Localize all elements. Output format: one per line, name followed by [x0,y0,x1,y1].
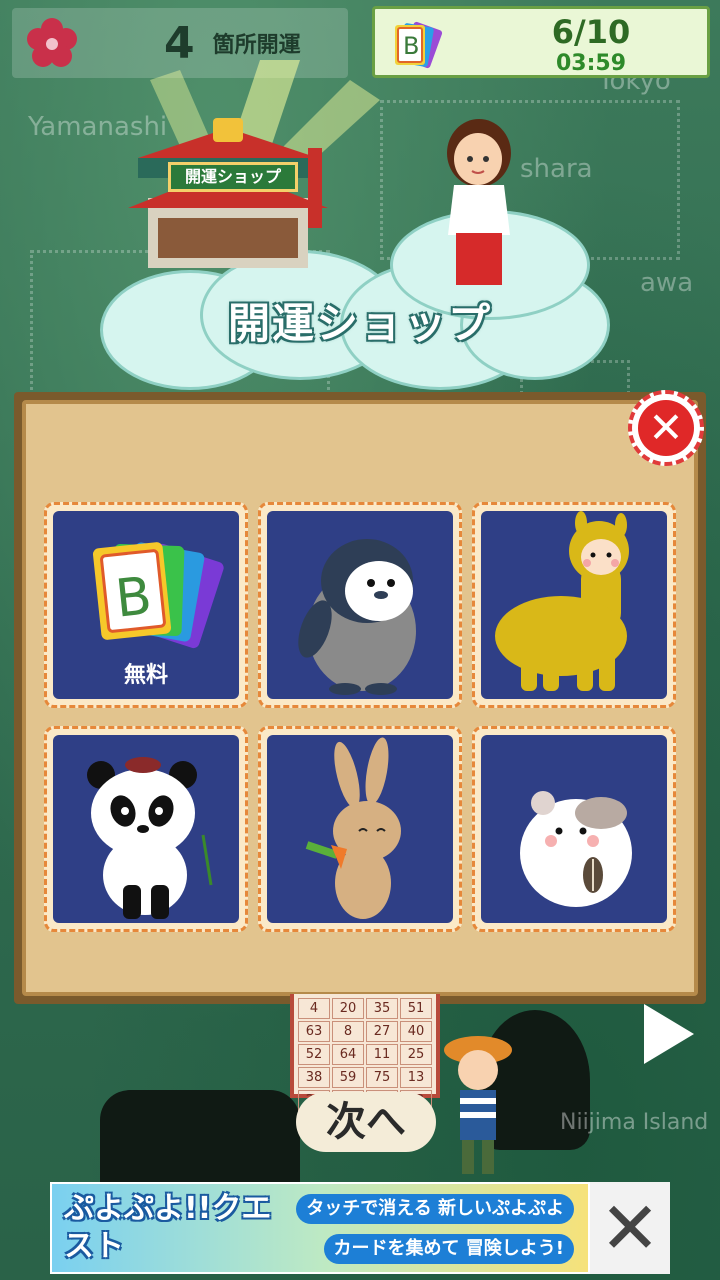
bingo-number: 27 [366,1021,398,1042]
shop-item-rabbit[interactable] [258,726,462,932]
ad-text-line-1: タッチで消える 新しいぷよぷよ [296,1194,574,1224]
shop-banner: 開運ショップ 開運ショップ [90,60,630,390]
bingo-number: 13 [400,1067,432,1088]
bingo-number: 35 [366,998,398,1019]
traveler-character-icon [438,1024,518,1180]
shop-building-icon: 開運ショップ [118,118,338,278]
bingo-number: 38 [298,1067,330,1088]
bingo-number: 64 [332,1044,364,1065]
banner-title: 開運ショップ [227,299,492,348]
item-face [267,511,453,699]
alpaca-icon [495,511,629,691]
svg-text:B: B [403,32,419,60]
item-face [481,735,667,923]
close-icon: ✕ [638,400,694,456]
shrine-maiden-icon [434,115,524,295]
city-silhouette [100,1090,300,1190]
close-icon: ✕ [599,1186,661,1270]
bingo-number: 11 [366,1044,398,1065]
item-price-label: 無料 [123,663,168,688]
bingo-number: 59 [332,1067,364,1088]
svg-text:B: B [113,566,155,629]
ad-logo: ぷよぷよ!!クエスト [64,1191,272,1264]
bingo-number: 25 [400,1044,432,1065]
ad-banner[interactable]: ぷよぷよ!!クエスト タッチで消える 新しいぷよぷよ カードを集めて 冒険しよう… [50,1182,590,1274]
bingo-number: 52 [298,1044,330,1065]
hamster-icon [520,791,632,907]
map-label-niijima: Niijima Island [560,1110,709,1135]
shop-item-bingo-card-pack[interactable]: B 無料 [44,502,248,708]
rabbit-icon [305,737,401,919]
shop-panel: ✕ B 無料 [14,390,706,1004]
penguin-icon [298,539,416,695]
item-face [53,735,239,923]
shop-item-panda[interactable] [44,726,248,932]
bingo-number: 51 [400,998,432,1019]
shop-item-alpaca[interactable] [472,502,676,708]
map-label-awa: awa [640,268,694,298]
bingo-number: 40 [400,1021,432,1042]
shop-item-hamster[interactable] [472,726,676,932]
bingo-card-preview: 42035516382740526411253859751327435972 [290,994,440,1111]
item-face [481,511,667,699]
bingo-number: 75 [366,1067,398,1088]
card-progress: 6/10 [551,13,631,51]
spots-label: 箇所開運 [212,33,301,58]
panda-icon [87,757,213,919]
ad-close-button[interactable]: ✕ [590,1182,670,1274]
bingo-number: 4 [298,998,330,1019]
bingo-number: 8 [332,1021,364,1042]
shop-item-penguin[interactable] [258,502,462,708]
next-page-arrow-icon[interactable] [644,1004,694,1064]
bingo-number: 63 [298,1021,330,1042]
close-button[interactable]: ✕ [628,390,704,466]
item-face [267,735,453,923]
sakura-icon [26,17,78,69]
shop-sign: 開運ショップ [168,162,298,192]
ad-text-line-2: カードを集めて 冒険しよう! [323,1234,574,1264]
next-button[interactable]: 次へ [296,1092,436,1152]
bingo-number: 20 [332,998,364,1019]
item-face: B 無料 [53,511,239,699]
